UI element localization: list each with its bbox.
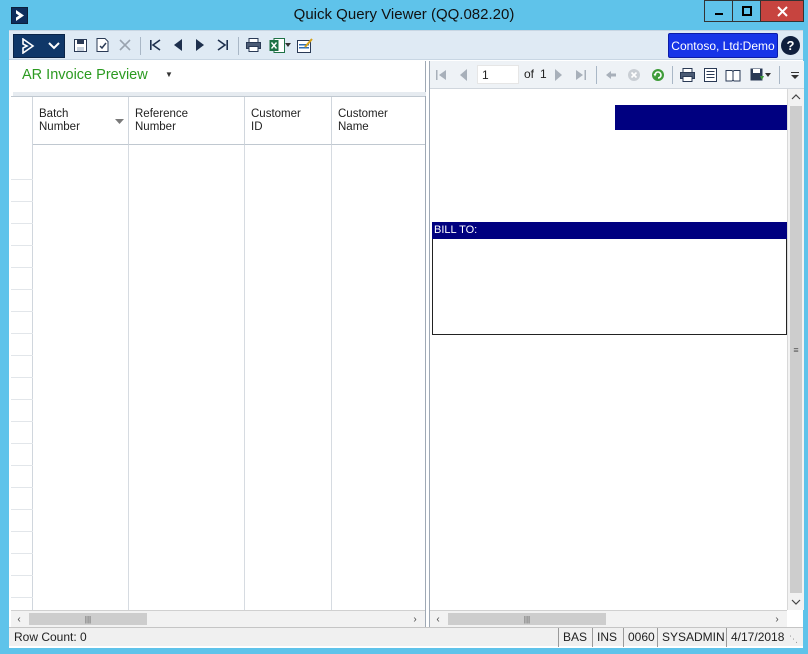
- help-icon[interactable]: ?: [781, 36, 800, 55]
- column-header-batch-number[interactable]: Batch Number: [33, 97, 129, 145]
- grid-column: [129, 145, 245, 611]
- toolbar-separator: [596, 66, 597, 84]
- maximize-icon: [741, 6, 752, 16]
- last-page-icon[interactable]: [572, 66, 590, 84]
- excel-icon: [269, 37, 285, 53]
- scrollbar-thumb[interactable]: |||: [448, 613, 606, 625]
- export-button[interactable]: [747, 66, 773, 84]
- page-layout-icon[interactable]: [701, 66, 719, 84]
- report-preview-pane: 1 of 1 BILL TO: ≡ ‹ ||| ›: [429, 61, 804, 627]
- dropdown-caret-icon: [285, 43, 291, 47]
- export-icon: [750, 68, 764, 81]
- view-dropdown-icon[interactable]: ▼: [165, 70, 173, 79]
- bill-to-box: [432, 239, 787, 335]
- maximize-button[interactable]: [732, 0, 761, 22]
- horizontal-scrollbar[interactable]: ‹ ||| ›: [430, 610, 787, 627]
- report-header-band: [615, 105, 787, 130]
- status-user: SYSADMIN: [657, 628, 726, 647]
- page-setup-icon[interactable]: [724, 66, 742, 84]
- toolbar-separator: [238, 37, 239, 55]
- grid-column: [245, 145, 332, 611]
- chevron-down-icon: [48, 42, 60, 50]
- page-of-label: of: [524, 67, 535, 81]
- print-icon[interactable]: [244, 36, 262, 54]
- back-icon[interactable]: [602, 66, 620, 84]
- minimize-icon: [714, 13, 723, 15]
- customize-icon[interactable]: [296, 36, 314, 54]
- status-mode: BAS: [558, 628, 592, 647]
- first-page-icon[interactable]: [432, 66, 450, 84]
- report-toolbar: 1 of 1: [430, 61, 804, 89]
- close-button[interactable]: [760, 0, 804, 22]
- delete-icon[interactable]: [116, 36, 134, 54]
- toolbar-separator: [779, 66, 780, 84]
- status-insert: INS: [592, 628, 623, 647]
- column-header-reference-number[interactable]: Reference Number: [129, 97, 245, 145]
- scrollbar-thumb[interactable]: ≡: [790, 106, 802, 593]
- view-title[interactable]: AR Invoice Preview: [22, 67, 148, 83]
- resize-grip-icon[interactable]: ⋱: [789, 628, 803, 647]
- page-number-input[interactable]: 1: [477, 65, 519, 84]
- minimize-button[interactable]: [704, 0, 733, 22]
- column-header-label: Number: [135, 121, 176, 133]
- report-canvas: BILL TO:: [430, 89, 787, 610]
- scroll-left-icon[interactable]: ‹: [430, 612, 446, 627]
- column-header-label: Reference: [135, 108, 189, 120]
- next-page-icon[interactable]: [550, 66, 568, 84]
- query-results-pane: AR Invoice Preview ▼ Batch Number Refere…: [11, 61, 426, 627]
- main-toolbar: Contoso, Ltd:Demo ?: [9, 30, 803, 60]
- column-header-label: Name: [338, 121, 369, 133]
- scrollbar-thumb[interactable]: |||: [29, 613, 147, 625]
- bill-to-header: BILL TO:: [432, 222, 787, 240]
- column-header-label: Customer: [251, 108, 301, 120]
- column-header-label: ID: [251, 121, 263, 133]
- last-record-icon[interactable]: [214, 36, 232, 54]
- toolbar-separator: [140, 37, 141, 55]
- scroll-down-icon[interactable]: [788, 594, 804, 609]
- save-as-icon[interactable]: [93, 36, 111, 54]
- scroll-up-icon[interactable]: [788, 89, 804, 104]
- next-record-icon[interactable]: [191, 36, 209, 54]
- status-bar: Row Count: 0 BAS INS 0060 SYSADMIN 4/17/…: [9, 627, 803, 647]
- toolbar-separator: [672, 66, 673, 84]
- row-count-label: Row Count: 0: [14, 630, 87, 644]
- title-bar: Quick Query Viewer (QQ.082.20): [0, 0, 808, 30]
- column-header-customer-name[interactable]: Customer Name: [332, 97, 425, 145]
- scroll-right-icon[interactable]: ›: [407, 612, 423, 627]
- print-report-icon[interactable]: [678, 66, 696, 84]
- stop-icon[interactable]: [625, 66, 643, 84]
- refresh-icon[interactable]: [649, 66, 667, 84]
- nav-menu-button[interactable]: [13, 34, 65, 58]
- save-icon[interactable]: [71, 36, 89, 54]
- row-selector-column: [11, 97, 33, 611]
- toolbar-overflow-icon[interactable]: [787, 66, 802, 84]
- status-date: 4/17/2018: [726, 628, 789, 647]
- column-header-label: Customer: [338, 108, 388, 120]
- grid-column: [33, 145, 129, 611]
- close-icon: [776, 5, 788, 17]
- company-badge[interactable]: Contoso, Ltd:Demo: [668, 33, 778, 58]
- scroll-left-icon[interactable]: ‹: [11, 612, 27, 627]
- results-grid: Batch Number Reference Number Customer I…: [11, 96, 425, 611]
- previous-page-icon[interactable]: [454, 66, 472, 84]
- sort-descending-icon: [115, 119, 124, 124]
- page-total-label: 1: [540, 67, 547, 81]
- window-title: Quick Query Viewer (QQ.082.20): [293, 6, 515, 23]
- status-code: 0060: [623, 628, 657, 647]
- nav-menu-icon: [22, 38, 35, 54]
- scroll-right-icon[interactable]: ›: [769, 612, 785, 627]
- previous-record-icon[interactable]: [169, 36, 187, 54]
- vertical-scrollbar[interactable]: ≡: [787, 89, 804, 610]
- column-header-customer-id[interactable]: Customer ID: [245, 97, 332, 145]
- excel-export-button[interactable]: [266, 36, 294, 54]
- first-record-icon[interactable]: [146, 36, 164, 54]
- dropdown-caret-icon: [764, 73, 771, 77]
- horizontal-scrollbar[interactable]: ‹ ||| ›: [11, 610, 425, 627]
